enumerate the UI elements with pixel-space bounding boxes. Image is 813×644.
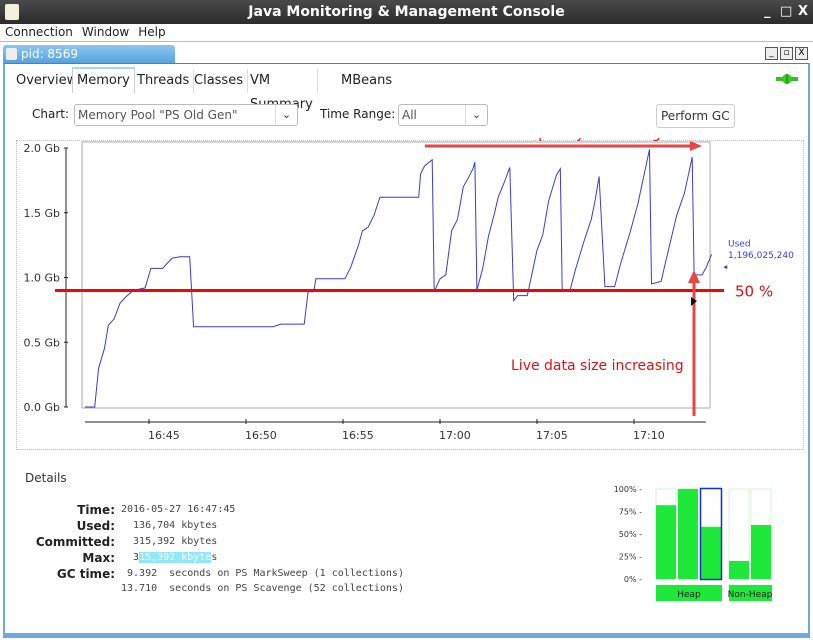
pool-y-tick-label: 0% -: [624, 575, 642, 584]
menu-connection[interactable]: Connection: [0, 24, 76, 39]
annotation-gc-frequency: GC frequency increasing: [489, 138, 661, 142]
frame-bottom-border: [3, 635, 810, 638]
menu-window[interactable]: Window: [76, 24, 132, 39]
non-heap-pool-bar-fill[interactable]: [751, 525, 771, 579]
annotation-live-data: Live data size increasing: [511, 358, 684, 374]
pool-y-tick-label: 75% -: [619, 508, 642, 517]
x-tick-label: 16:55: [342, 429, 374, 442]
non-heap-pool-bar-fill[interactable]: [729, 561, 749, 579]
detail-value-gc-marksweep: 9.392 seconds on PS MarkSweep (1 collect…: [121, 568, 404, 579]
pool-y-tick-label: 100% -: [614, 485, 642, 494]
tab-mbeans[interactable]: MBeans: [337, 69, 396, 93]
chevron-down-icon[interactable]: ⌄: [465, 105, 487, 125]
desktop-pane: pid: 8569 weblogic.Server _ ▫ X Overview…: [0, 42, 813, 644]
detail-value-used: 136,704 kbytes: [121, 520, 218, 531]
y-tick-label: 1.5 Gb: [24, 207, 61, 220]
internal-frame: Overview Memory Threads Classes VM Summa…: [3, 63, 810, 635]
annotation-50pct-label: 50 %: [735, 282, 773, 300]
max-value-selection: 15,392 kbyte: [139, 552, 212, 563]
x-tick-label: 17:05: [536, 429, 568, 442]
detail-value-time: 2016-05-27 16:47:45: [121, 504, 236, 515]
detail-label-committed: Committed:: [35, 535, 115, 549]
x-tick-label: 16:45: [148, 429, 180, 442]
heap-group-label: Heap: [677, 590, 701, 600]
pool-y-tick-label: 50% -: [619, 530, 642, 539]
readout-value: 1,196,025,240: [728, 251, 794, 261]
y-tick-label: 0.5 Gb: [24, 336, 61, 349]
time-range-select[interactable]: All ⌄: [398, 104, 488, 126]
perform-gc-button[interactable]: Perform GC: [656, 104, 735, 128]
details-heading: Details: [25, 471, 67, 485]
chart-label: Chart:: [32, 107, 70, 121]
close-button[interactable]: X: [798, 0, 808, 24]
detail-label-gc-time: GC time:: [56, 567, 115, 581]
chart-select-value: Memory Pool "PS Old Gen": [78, 108, 238, 122]
tab-threads[interactable]: Threads: [133, 69, 195, 93]
arrow-up-icon: [688, 270, 700, 283]
tab-vm-summary[interactable]: VM Summary: [246, 69, 318, 112]
memory-chart: 0.0 Gb 0.5 Gb 1.0 Gb 1.5 Gb 2.0 Gb 16:45 16:50…: [24, 138, 795, 442]
window-titlebar: Java Monitoring & Management Console _ □…: [0, 0, 813, 24]
minimize-button[interactable]: _: [764, 0, 771, 24]
tab-classes[interactable]: Classes: [190, 69, 248, 93]
readout-marker-icon: [723, 265, 728, 270]
x-tick-label: 16:50: [245, 429, 277, 442]
y-tick-label: 1.0 Gb: [24, 272, 61, 285]
y-tick-label: 0.0 Gb: [24, 401, 61, 414]
detail-value-gc-scavenge: 13.710 seconds on PS Scavenge (52 collec…: [121, 583, 404, 594]
java-app-icon: [5, 4, 19, 20]
time-range-label: Time Range:: [320, 107, 396, 121]
internal-frame-title[interactable]: pid: 8569 weblogic.Server: [3, 45, 175, 79]
frame-restore-button[interactable]: ▫: [780, 47, 793, 60]
menu-bar: Connection Window Help: [0, 24, 813, 42]
memory-pool-bars: 100% - 75% - 50% - 25% - 0% - Heap Non-Heap: [614, 485, 773, 601]
heap-pool-bar-fill[interactable]: [701, 526, 721, 579]
frame-close-button[interactable]: X: [795, 47, 808, 60]
max-value-prefix: 3: [121, 552, 140, 563]
chevron-down-icon[interactable]: ⌄: [275, 105, 297, 125]
heap-pool-bar-fill[interactable]: [656, 505, 676, 579]
window-title: Java Monitoring & Management Console: [248, 4, 565, 20]
maximize-button[interactable]: □: [780, 0, 792, 24]
java-frame-icon: [6, 48, 17, 60]
time-range-value: All: [402, 108, 417, 122]
readout-label: Used: [728, 239, 751, 249]
detail-label-time: Time:: [77, 503, 115, 517]
max-value-suffix: s: [211, 552, 218, 563]
menu-help[interactable]: Help: [132, 24, 168, 39]
x-tick-label: 17:00: [439, 429, 471, 442]
tab-memory[interactable]: Memory: [72, 67, 135, 93]
chart-select[interactable]: Memory Pool "PS Old Gen" ⌄: [74, 104, 298, 126]
detail-value-max[interactable]: 315,392 kbytes: [121, 552, 217, 563]
heap-pool-bar-fill[interactable]: [678, 489, 698, 579]
detail-label-used: Used:: [76, 519, 115, 533]
connection-status-icon[interactable]: [776, 74, 798, 84]
y-tick-label: 2.0 Gb: [24, 142, 61, 155]
frame-minimize-button[interactable]: _: [765, 47, 778, 60]
detail-value-committed: 315,392 kbytes: [121, 536, 218, 547]
non-heap-group-label: Non-Heap: [728, 590, 773, 600]
pool-y-tick-label: 25% -: [619, 553, 642, 562]
x-tick-label: 17:10: [633, 429, 665, 442]
detail-label-max: Max:: [82, 551, 115, 565]
